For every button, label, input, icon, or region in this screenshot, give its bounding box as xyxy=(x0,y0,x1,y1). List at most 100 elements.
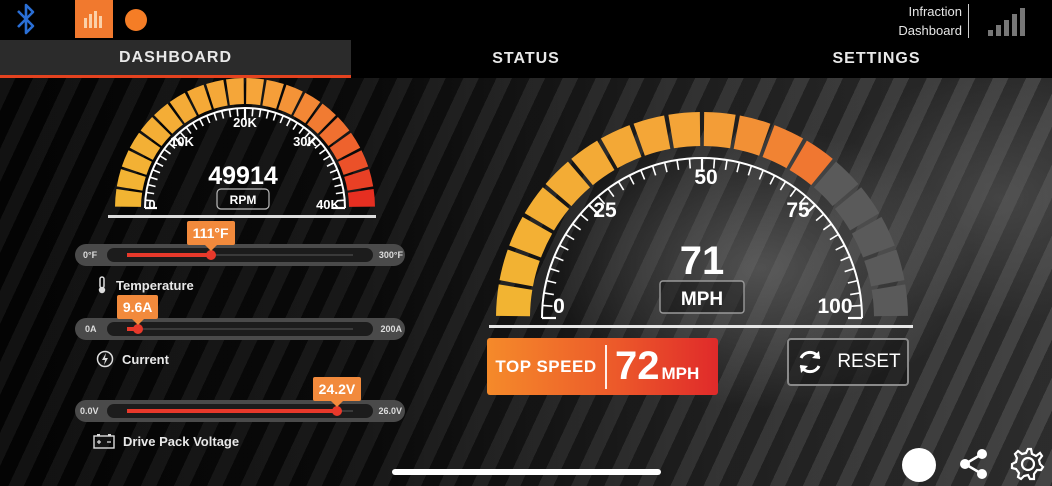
circle-button-icon[interactable] xyxy=(902,448,936,482)
speed-tick xyxy=(844,267,855,273)
speed-tick xyxy=(847,279,858,284)
rpm-tick xyxy=(228,109,232,118)
lightning-icon xyxy=(96,350,114,368)
current-caption: Current xyxy=(96,350,169,368)
refresh-icon xyxy=(799,350,821,374)
rpm-tick xyxy=(149,176,158,181)
rpm-tick xyxy=(146,191,155,195)
title-divider xyxy=(968,4,969,38)
rpm-tick xyxy=(192,122,198,130)
speed-tick xyxy=(822,223,832,231)
speed-tick xyxy=(549,267,560,273)
voltage-caption: Drive Pack Voltage xyxy=(93,433,239,449)
rpm-tick xyxy=(185,126,192,135)
bar-graph-icon xyxy=(84,11,102,28)
rpm-tick xyxy=(272,112,277,121)
temperature-value-bubble: 111°F xyxy=(186,221,235,251)
temperature-min-label: 0°F xyxy=(83,250,98,260)
top-speed-value-group: 72 MPH xyxy=(607,344,699,389)
speed-baseline xyxy=(489,325,913,328)
speed-tick xyxy=(769,175,776,185)
speed-tick xyxy=(747,165,753,176)
rpm-tick xyxy=(163,148,172,155)
rpm-tick xyxy=(155,161,164,167)
top-speed-display: TOP SPEED 72 MPH xyxy=(487,338,718,395)
speed-tick xyxy=(617,181,625,191)
rpm-tick xyxy=(332,176,341,181)
speed-segment xyxy=(871,284,908,317)
home-indicator[interactable] xyxy=(392,469,661,475)
rpm-tick xyxy=(279,115,285,124)
speed-segment xyxy=(668,112,701,149)
top-speed-label: TOP SPEED xyxy=(495,356,597,376)
rpm-tick xyxy=(298,126,305,135)
speed-tick xyxy=(651,165,657,176)
speed-tick xyxy=(572,223,582,231)
rpm-segment xyxy=(226,78,244,106)
gear-icon[interactable] xyxy=(1010,446,1046,482)
speed-tick xyxy=(829,233,839,241)
speed-tick-label: 100 xyxy=(817,295,852,318)
speed-tick xyxy=(628,175,635,185)
rpm-tick xyxy=(159,155,167,161)
voltage-label: Drive Pack Voltage xyxy=(123,433,240,449)
speed-tick xyxy=(542,304,553,308)
rpm-tick-label: 30K xyxy=(293,134,317,149)
speed-tick xyxy=(688,158,692,169)
speed-tick xyxy=(815,213,825,222)
speed-segment xyxy=(633,115,671,156)
temperature-max-label: 300°F xyxy=(378,250,403,260)
temperature-fill xyxy=(127,253,211,257)
temperature-track xyxy=(107,248,373,262)
speed-unit: MPH xyxy=(681,289,723,310)
rpm-tick xyxy=(220,110,225,119)
share-icon[interactable] xyxy=(957,447,991,481)
speed-tick xyxy=(789,188,797,198)
voltage-value-bubble: 24.2V xyxy=(312,377,362,407)
rpm-tick xyxy=(265,110,270,119)
top-bar: Infraction Dashboard xyxy=(0,0,1052,40)
reset-label: RESET xyxy=(837,351,901,372)
tab-bar: DASHBOARD STATUS SETTINGS xyxy=(0,40,1052,78)
speed-tick xyxy=(607,188,615,198)
voltage-bar: 0.0V 26.0V xyxy=(75,400,405,422)
speed-tick xyxy=(559,244,569,251)
app-title-line2: Dashboard xyxy=(898,23,962,38)
signal-strength-icon xyxy=(988,8,1025,36)
speed-tick xyxy=(565,233,575,241)
app-title: Infraction Dashboard xyxy=(870,2,962,40)
speed-tick-label: 25 xyxy=(593,199,617,222)
speed-segment xyxy=(703,112,736,149)
top-speed-value: 72 xyxy=(615,344,660,388)
rpm-tick xyxy=(335,191,344,195)
current-bar: 0A 200A xyxy=(75,318,405,340)
speed-tick xyxy=(579,213,589,222)
tab-dashboard[interactable]: DASHBOARD xyxy=(0,40,351,78)
voltage-min-label: 0.0V xyxy=(80,406,99,416)
tab-settings[interactable]: SETTINGS xyxy=(701,40,1052,78)
app-logo-icon[interactable] xyxy=(75,0,113,38)
bluetooth-icon[interactable] xyxy=(12,0,40,38)
current-max-label: 200A xyxy=(380,324,402,334)
rpm-tick xyxy=(198,118,204,127)
current-min-label: 0A xyxy=(85,324,97,334)
speed-tick xyxy=(758,169,764,180)
current-label: Current xyxy=(122,351,169,367)
battery-icon xyxy=(93,434,115,449)
tab-status[interactable]: STATUS xyxy=(351,40,701,78)
speed-tick xyxy=(835,244,845,251)
voltage-max-label: 26.0V xyxy=(378,406,402,416)
speed-tick xyxy=(663,162,668,173)
rpm-tick xyxy=(318,148,327,155)
speed-tick xyxy=(840,256,851,262)
speed-tick xyxy=(736,162,741,173)
speed-segment xyxy=(864,249,905,287)
rpm-tick-label: 0 xyxy=(148,197,155,212)
speed-tick xyxy=(546,279,557,284)
reset-button[interactable]: RESET xyxy=(787,338,909,386)
app-title-line1: Infraction xyxy=(908,4,962,19)
rpm-value: 49914 xyxy=(208,162,278,190)
current-value-bubble: 9.6A xyxy=(116,295,159,325)
temperature-knob xyxy=(205,250,216,260)
speed-gauge: 0 25 50 75 100 71 MPH xyxy=(489,112,913,328)
